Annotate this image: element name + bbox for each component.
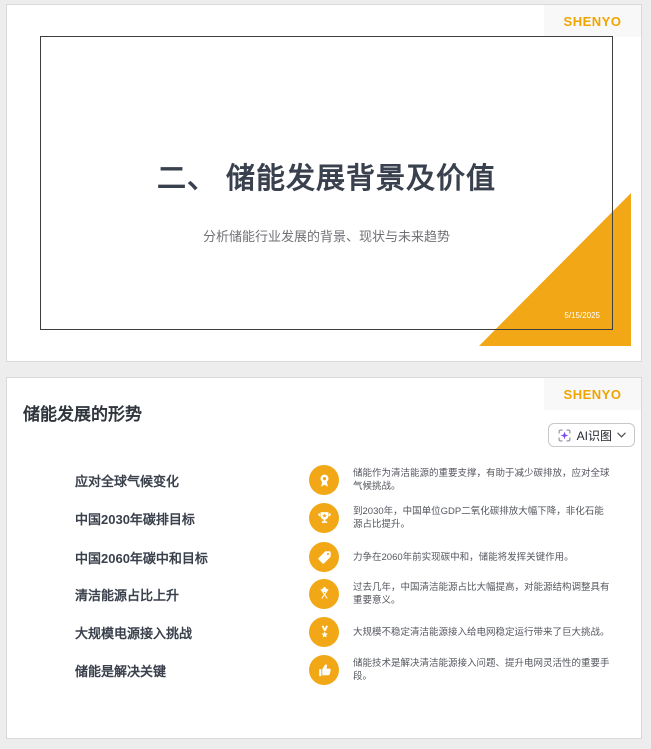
feature-description: 到2030年，中国单位GDP二氧化碳排放大幅下降，非化石能源占比提升。 [353, 506, 604, 530]
feature-description: 大规模不稳定清洁能源接入给电网稳定运行带来了巨大挑战。 [353, 626, 610, 638]
slide-title: 二、 储能发展背景及价值 [156, 163, 497, 195]
feature-description: 储能技术是解决清洁能源接入问题、提升电网灵活性的重要手段。 [353, 658, 610, 682]
feature-row: 中国2030年碳排目标 到2030年，中国单位GDP二氧化碳排放大幅下降，非化石… [7, 499, 641, 537]
feature-description: 力争在2060年前实现碳中和，储能将发挥关键作用。 [353, 551, 574, 563]
brand-logo: SHENYO [563, 386, 622, 402]
thumbs-up-icon [309, 655, 339, 685]
feature-label: 中国2060年碳中和目标 [75, 550, 208, 566]
feature-description: 过去几年，中国清洁能源占比大幅提高，对能源结构调整具有重要意义。 [353, 582, 610, 606]
page: { "colors": { "accent": "#F2A816", "bran… [0, 0, 651, 749]
feature-row: 储能是解决关键 储能技术是解决清洁能源接入问题、提升电网灵活性的重要手段。 [7, 651, 641, 689]
page-title: 储能发展的形势 [23, 405, 142, 424]
ai-scan-sparkle-icon [557, 428, 572, 443]
slide-subtitle: 分析储能行业发展的背景、现状与未来趋势 [202, 229, 450, 244]
feature-label: 储能是解决关键 [75, 663, 167, 679]
feature-label: 大规模电源接入挑战 [75, 625, 193, 641]
brand-logo-block: SHENYO [544, 378, 641, 410]
feature-row: 应对全球气候变化 储能作为清洁能源的重要支撑，有助于减少碳排放，应对全球气候挑战… [7, 461, 641, 499]
feature-row: 中国2060年碳中和目标 力争在2060年前实现碳中和，储能将发挥关键作用。 [7, 538, 641, 576]
slide-date: 5/15/2025 [564, 311, 600, 320]
feature-description: 储能作为清洁能源的重要支撑，有助于减少碳排放，应对全球气候挑战。 [353, 468, 610, 492]
brand-logo-block: SHENYO [544, 5, 641, 37]
feature-row: 大规模电源接入挑战 大规模不稳定清洁能源接入给电网稳定运行带来了巨大挑战。 [7, 613, 641, 651]
feature-label: 中国2030年碳排目标 [75, 511, 195, 527]
crossed-flags-icon [309, 579, 339, 609]
brand-logo: SHENYO [563, 13, 622, 29]
tag-icon [309, 542, 339, 572]
ai-button-label: AI识图 [576, 428, 612, 443]
award-rosette-icon [309, 465, 339, 495]
feature-label: 应对全球气候变化 [75, 473, 180, 489]
chevron-down-icon [617, 432, 626, 438]
ai-recognize-button[interactable]: AI识图 [547, 423, 635, 447]
medal-icon [309, 617, 339, 647]
trophy-icon [309, 503, 339, 533]
slide-card-2[interactable]: SHENYO 储能发展的形势 AI识图 应对全球气候变化 储能作为清洁能源的重要… [6, 377, 642, 739]
feature-label: 清洁能源占比上升 [75, 587, 180, 603]
slide-card-1[interactable]: SHENYO 二、 储能发展背景及价值 分析储能行业发展的背景、现状与未来趋势 … [6, 4, 642, 362]
feature-row: 清洁能源占比上升 过去几年，中国清洁能源占比大幅提高，对能源结构调整具有重要意义… [7, 575, 641, 613]
